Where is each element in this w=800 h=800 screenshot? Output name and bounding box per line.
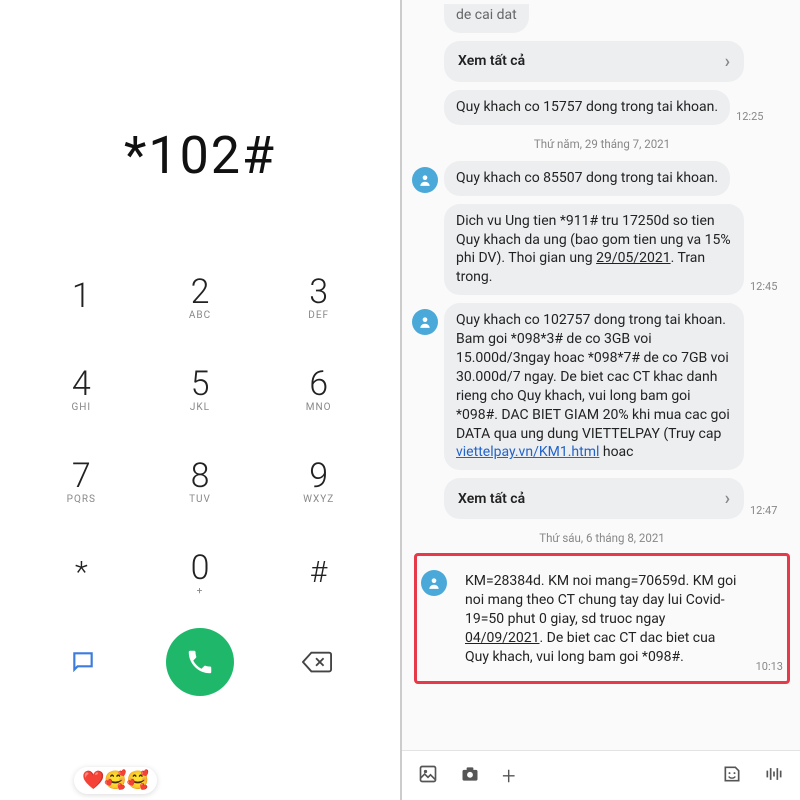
camera-icon[interactable] xyxy=(460,764,480,788)
timestamp: 12:25 xyxy=(736,110,763,125)
date-separator: Thứ năm, 29 tháng 7, 2021 xyxy=(412,137,792,151)
message-bubble: de cai dat xyxy=(444,4,529,33)
keypad-key-#[interactable]: # xyxy=(259,526,378,618)
chevron-right-icon: › xyxy=(725,488,730,509)
message-row: Quy khach co 15757 dong trong tai khoan.… xyxy=(412,90,792,125)
message-bubble: Dich vu Ung tien *911# tru 17250d so tie… xyxy=(444,204,744,296)
messages-icon[interactable] xyxy=(59,638,107,686)
messages-screen: de cai dat Xem tất cả › Quy khach co 157… xyxy=(402,0,800,800)
timestamp: 12:45 xyxy=(750,280,777,295)
backspace-icon[interactable] xyxy=(293,638,341,686)
keypad-key-0[interactable]: 0+ xyxy=(141,526,260,618)
dialer-bottom-row xyxy=(0,618,400,716)
call-button[interactable] xyxy=(166,628,234,696)
date-separator: Thứ sáu, 6 tháng 8, 2021 xyxy=(412,531,792,545)
message-row: de cai dat xyxy=(412,4,792,33)
chevron-right-icon: › xyxy=(725,51,730,72)
sticker-icon[interactable] xyxy=(722,764,742,788)
timestamp: 10:13 xyxy=(756,660,783,675)
link[interactable]: viettelpay.vn/KM1.html xyxy=(456,444,599,460)
message-bubble: KM=28384d. KM noi mang=70659d. KM goi no… xyxy=(453,564,750,674)
keypad-key-9[interactable]: 9WXYZ xyxy=(259,434,378,526)
plus-icon[interactable]: + xyxy=(502,762,516,790)
avatar xyxy=(412,167,438,193)
highlighted-message: KM=28384d. KM noi mang=70659d. KM goi no… xyxy=(414,553,790,683)
keypad-key-1[interactable]: 1 xyxy=(22,250,141,342)
keypad: 12ABC3DEF 4GHI5JKL6MNO 7PQRS8TUV9WXYZ *0+# xyxy=(0,250,400,618)
timestamp: 12:47 xyxy=(750,504,777,519)
message-bubble: Quy khach co 102757 dong trong tai khoan… xyxy=(444,303,744,470)
message-row: KM=28384d. KM noi mang=70659d. KM goi no… xyxy=(421,564,783,674)
keypad-key-3[interactable]: 3DEF xyxy=(259,250,378,342)
message-row: Quy khach co 102757 dong trong tai khoan… xyxy=(412,303,792,470)
keypad-key-7[interactable]: 7PQRS xyxy=(22,434,141,526)
avatar xyxy=(421,570,447,596)
voice-icon[interactable] xyxy=(764,764,784,788)
reactions-bubble[interactable]: ❤️🥰🥰 xyxy=(74,767,157,794)
dialed-number: *102# xyxy=(124,125,276,186)
keypad-key-8[interactable]: 8TUV xyxy=(141,434,260,526)
action-row[interactable]: Xem tất cả › 12:47 xyxy=(412,478,792,519)
message-bubble: Quy khach co 15757 dong trong tai khoan. xyxy=(444,90,730,125)
dial-display: *102# xyxy=(0,0,400,250)
message-bubble: Quy khach co 85507 dong trong tai khoan. xyxy=(444,161,730,196)
keypad-key-4[interactable]: 4GHI xyxy=(22,342,141,434)
keypad-key-6[interactable]: 6MNO xyxy=(259,342,378,434)
keypad-key-2[interactable]: 2ABC xyxy=(141,250,260,342)
view-all-label: Xem tất cả xyxy=(458,53,525,69)
keypad-key-*[interactable]: * xyxy=(22,526,141,618)
message-list: de cai dat Xem tất cả › Quy khach co 157… xyxy=(402,0,800,750)
gallery-icon[interactable] xyxy=(418,764,438,788)
keypad-key-5[interactable]: 5JKL xyxy=(141,342,260,434)
dialer-screen: *102# 12ABC3DEF 4GHI5JKL6MNO 7PQRS8TUV9WXY… xyxy=(0,0,402,800)
message-row: Quy khach co 85507 dong trong tai khoan. xyxy=(412,161,792,196)
message-row: Dich vu Ung tien *911# tru 17250d so tie… xyxy=(412,204,792,296)
avatar xyxy=(412,309,438,335)
view-all-label: Xem tất cả xyxy=(458,491,525,507)
action-row[interactable]: Xem tất cả › xyxy=(412,41,792,82)
message-input-bar: + xyxy=(402,750,800,800)
